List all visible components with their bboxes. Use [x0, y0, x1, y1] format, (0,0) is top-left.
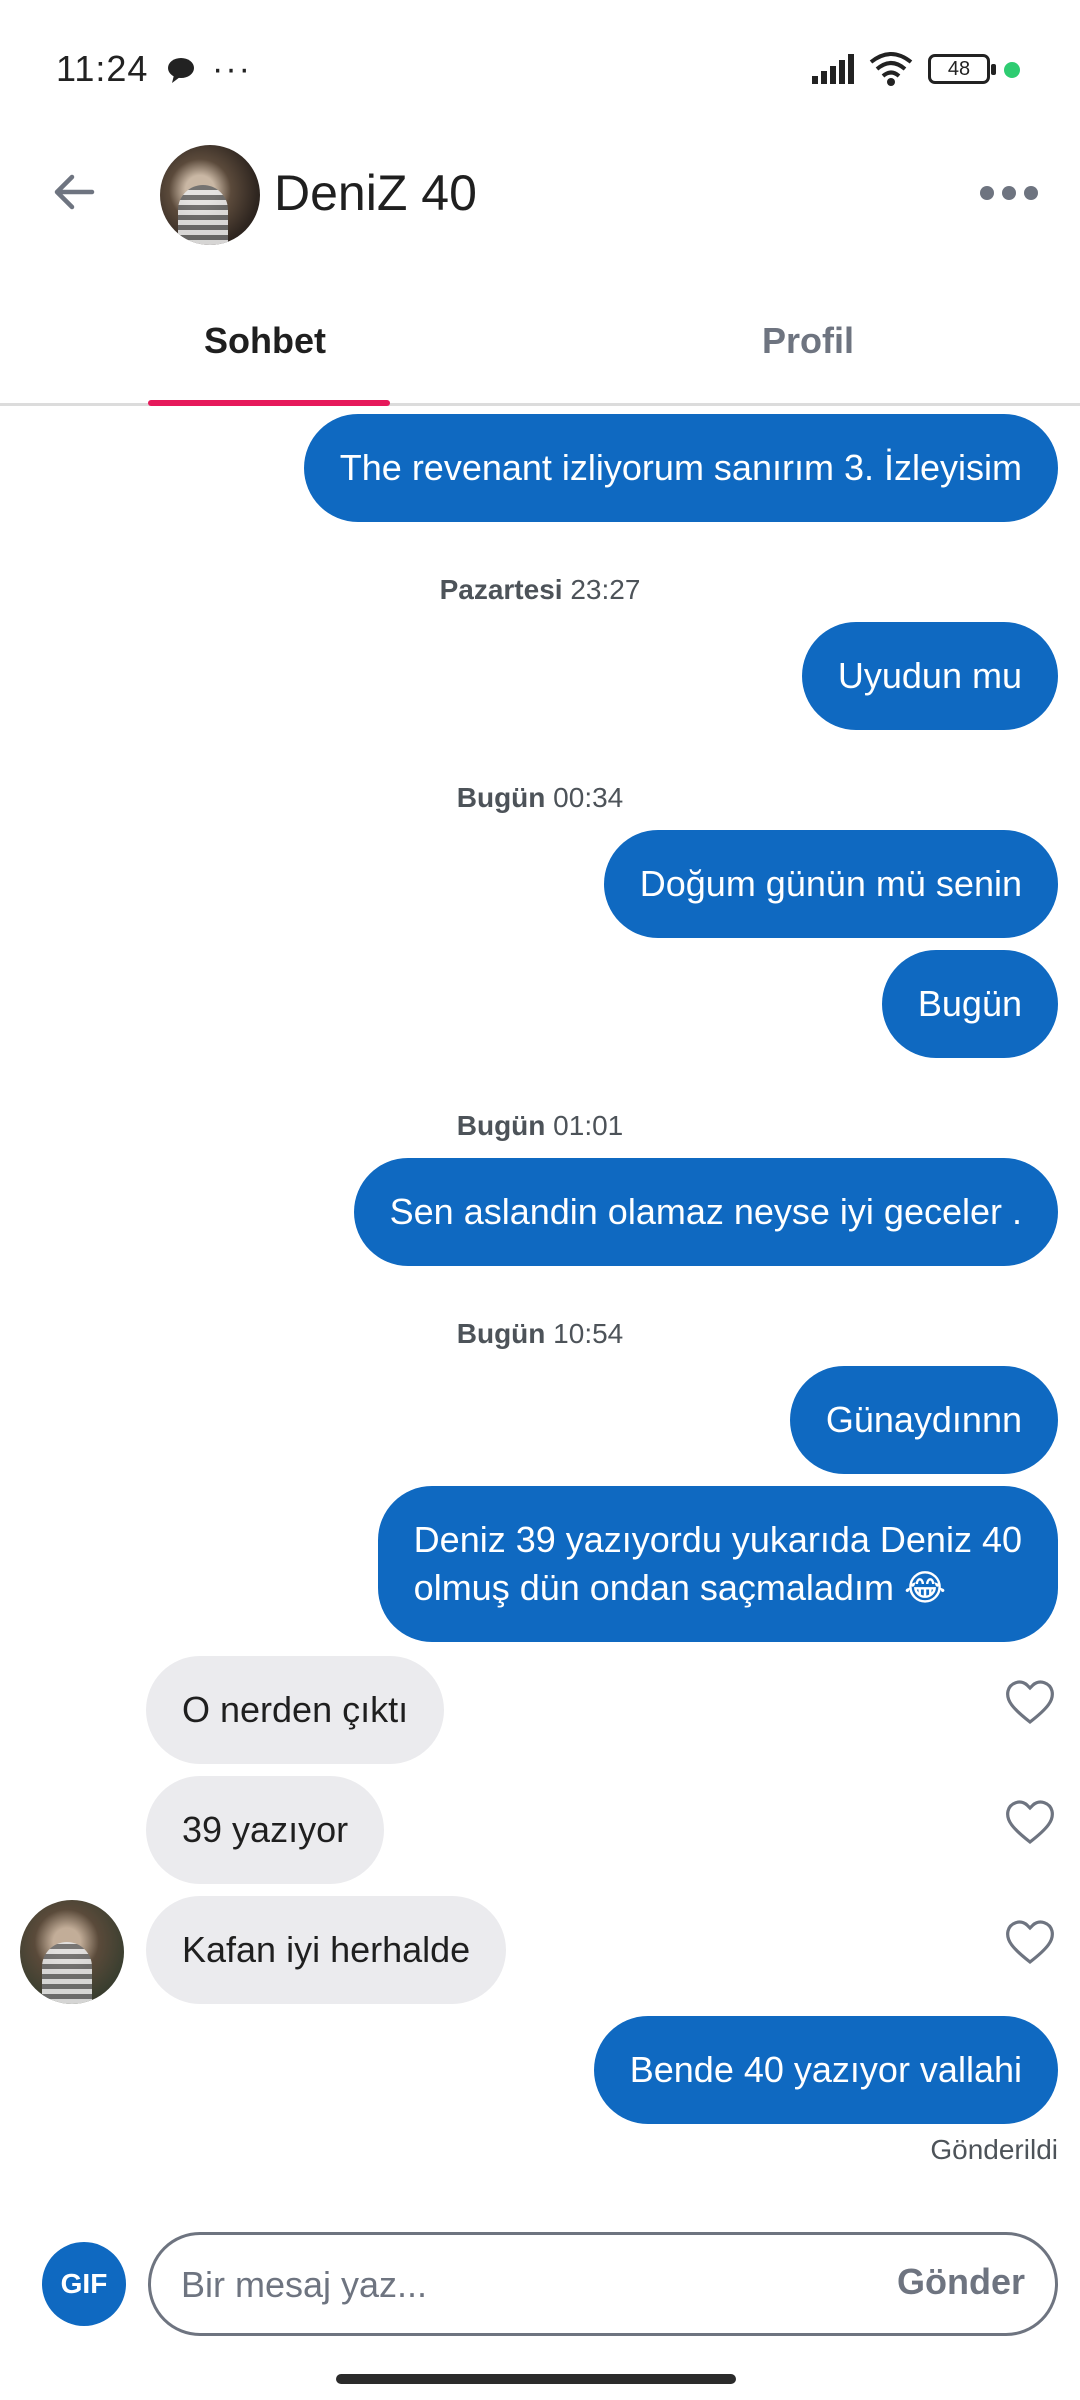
timestamp-day: Pazartesi [439, 574, 563, 605]
heart-icon[interactable] [1004, 1918, 1056, 1966]
timestamp-day: Bugün [456, 782, 546, 813]
chat-bubble-icon [168, 58, 194, 83]
status-more-icon: ··· [212, 50, 252, 88]
tab-bar: Sohbet Profil [0, 280, 1080, 406]
timestamp: Bugün 10:54 [0, 1318, 1080, 1350]
message-composer: Gönder [148, 2232, 1058, 2336]
tab-sohbet[interactable]: Sohbet [204, 320, 326, 362]
signal-icon [812, 54, 854, 84]
outgoing-message[interactable]: The revenant izliyorum sanırım 3. İzleyi… [303, 414, 1058, 522]
arrow-left-icon[interactable] [44, 162, 104, 222]
delivery-status: Gönderildi [930, 2134, 1058, 2165]
timestamp: Bugün 01:01 [0, 1110, 1080, 1142]
gif-button[interactable]: GIF [42, 2242, 126, 2326]
timestamp-time: 23:27 [570, 574, 641, 605]
message-line: olmuş dün ondan saçmaladım 😂 [413, 1567, 947, 1608]
status-bar: 11:24 ··· 48 [0, 0, 1080, 140]
contact-name[interactable]: DeniZ 40 [274, 164, 477, 222]
outgoing-message[interactable]: Bende 40 yazıyor vallahi [593, 2016, 1058, 2124]
privacy-dot [1004, 62, 1020, 78]
wifi-icon [869, 52, 913, 86]
chat-screen: 11:24 ··· 48 DeniZ 40 Sohbet Profil The … [0, 0, 1080, 2400]
outgoing-message[interactable]: Uyudun mu [801, 622, 1058, 730]
message-list[interactable]: The revenant izliyorum sanırım 3. İzleyi… [0, 406, 1080, 2166]
outgoing-message[interactable]: Günaydınnn [789, 1366, 1058, 1474]
timestamp: Bugün 00:34 [0, 782, 1080, 814]
outgoing-message[interactable]: Bugün [881, 950, 1058, 1058]
incoming-message[interactable]: 39 yazıyor [146, 1776, 385, 1884]
contact-avatar-small[interactable] [20, 1900, 124, 2004]
timestamp-time: 00:34 [553, 782, 624, 813]
incoming-message[interactable]: O nerden çıktı [146, 1656, 445, 1764]
chat-header: DeniZ 40 [0, 140, 1080, 250]
send-button[interactable]: Gönder [897, 2261, 1025, 2303]
outgoing-message[interactable]: Sen aslandin olamaz neyse iyi geceler . [353, 1158, 1058, 1266]
home-indicator[interactable] [336, 2374, 736, 2384]
timestamp-day: Bugün [456, 1318, 546, 1349]
outgoing-message[interactable]: Doğum günün mü senin [603, 830, 1058, 938]
incoming-message[interactable]: Kafan iyi herhalde [146, 1896, 507, 2004]
timestamp-time: 10:54 [553, 1318, 624, 1349]
heart-icon[interactable] [1004, 1678, 1056, 1726]
timestamp-time: 01:01 [553, 1110, 624, 1141]
contact-avatar[interactable] [160, 145, 260, 245]
message-input[interactable] [181, 2257, 901, 2313]
battery-indicator: 48 [928, 54, 996, 84]
heart-icon[interactable] [1004, 1798, 1056, 1846]
timestamp-day: Bugün [456, 1110, 546, 1141]
outgoing-message[interactable]: Deniz 39 yazıyordu yukarıda Deniz 40 olm… [377, 1486, 1058, 1642]
tab-profil[interactable]: Profil [762, 320, 854, 362]
status-time: 11:24 [56, 48, 149, 89]
timestamp: Pazartesi 23:27 [0, 574, 1080, 606]
message-line: Deniz 39 yazıyordu yukarıda Deniz 40 [413, 1519, 1022, 1560]
more-horizontal-icon[interactable] [980, 176, 1040, 206]
